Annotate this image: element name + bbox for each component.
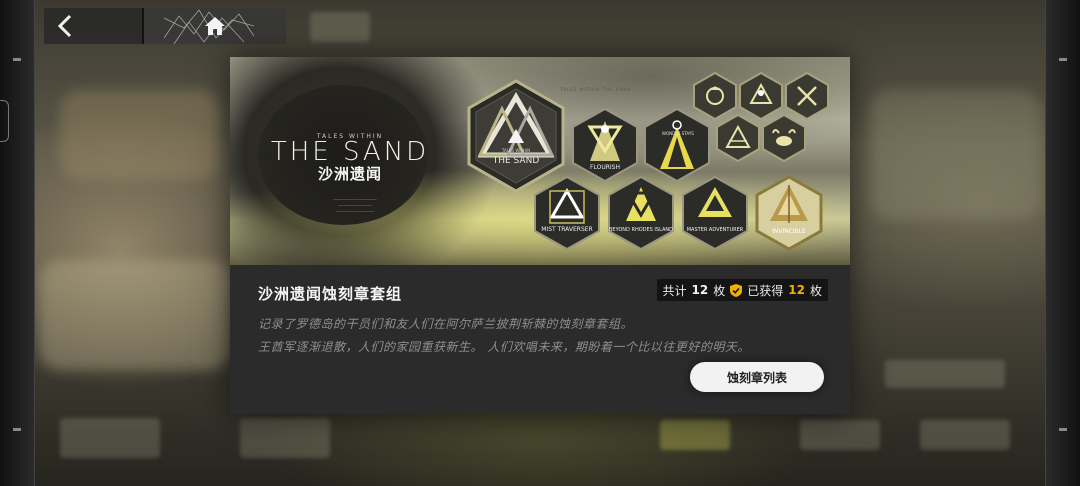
home-icon bbox=[205, 17, 225, 35]
medal-master-adventurer[interactable]: MASTER ADVENTURER bbox=[680, 175, 750, 251]
svg-text:MIST TRAVERSER: MIST TRAVERSER bbox=[541, 226, 592, 233]
svg-text:WONDER STAYS: WONDER STAYS bbox=[662, 131, 694, 136]
ghost-button bbox=[310, 12, 370, 42]
ghost-button bbox=[240, 418, 330, 458]
medal-set-dialog: TALES WITHIN THE SAND 沙洲遗闻 ─────────────… bbox=[230, 57, 850, 414]
svg-text:BEYOND RHODES ISLAND: BEYOND RHODES ISLAND bbox=[609, 227, 673, 233]
right-frame-rail bbox=[1045, 0, 1080, 486]
svg-text:MASTER ADVENTURER: MASTER ADVENTURER bbox=[687, 227, 744, 233]
ghost-button bbox=[920, 420, 1010, 450]
ghost-button bbox=[885, 360, 1005, 388]
top-navigation bbox=[44, 8, 286, 44]
svg-text:FLOURISH: FLOURISH bbox=[590, 164, 620, 171]
total-label: 共计 bbox=[662, 283, 687, 298]
svg-text:INVINCIBLE: INVINCIBLE bbox=[772, 228, 806, 235]
description-line-2: 王酋军逐渐退散，人们的家园重获新生。 人们欢唱未来，期盼着一个比以往更好的明天。 bbox=[258, 340, 750, 354]
description-line-1: 记录了罗德岛的干员们和友人们在阿尔萨兰披荆斩棘的蚀刻章套组。 bbox=[258, 317, 634, 331]
medal-beyond-rhodes-island[interactable]: BEYOND RHODES ISLAND bbox=[606, 175, 676, 251]
medal-mist-traverser[interactable]: MIST TRAVERSER bbox=[532, 175, 602, 251]
logo-chinese-title: 沙洲遗闻 bbox=[317, 165, 382, 183]
ghost-button bbox=[800, 420, 880, 450]
obtained-label: 已获得 bbox=[747, 283, 784, 298]
svg-text:TALES WITHIN: TALES WITHIN bbox=[501, 148, 530, 153]
medal-invincible[interactable]: INVINCIBLE bbox=[754, 175, 824, 251]
obtained-unit: 枚 bbox=[809, 283, 822, 298]
svg-text:THE SAND: THE SAND bbox=[492, 156, 540, 166]
ghost-button bbox=[60, 418, 160, 458]
medal-set-banner: TALES WITHIN THE SAND 沙洲遗闻 ─────────────… bbox=[230, 57, 850, 265]
medal-small-crab[interactable] bbox=[761, 113, 807, 163]
back-button[interactable] bbox=[44, 8, 144, 44]
medal-list-button[interactable]: 蚀刻章列表 bbox=[690, 362, 824, 392]
logo-fine-print: ────────────────── ────────────── ────────… bbox=[333, 197, 377, 214]
obtained-count: 12 bbox=[788, 283, 805, 297]
home-button[interactable] bbox=[144, 8, 286, 44]
ghost-button bbox=[660, 420, 730, 450]
total-unit: 枚 bbox=[713, 283, 726, 298]
shield-check-icon bbox=[730, 283, 743, 297]
left-frame-rail bbox=[0, 0, 35, 486]
medal-flourish[interactable]: FLOURISH bbox=[570, 107, 640, 183]
medal-small-tent[interactable] bbox=[715, 113, 761, 163]
total-count: 12 bbox=[691, 283, 709, 297]
banner-caption: TALES WITHIN THE SAND bbox=[560, 87, 632, 92]
chevron-left-icon bbox=[57, 14, 72, 38]
medal-count-badge: 共计 12 枚 已获得 12 枚 bbox=[656, 279, 828, 301]
medal-set-title: 沙洲遗闻蚀刻章套组 bbox=[258, 285, 403, 303]
